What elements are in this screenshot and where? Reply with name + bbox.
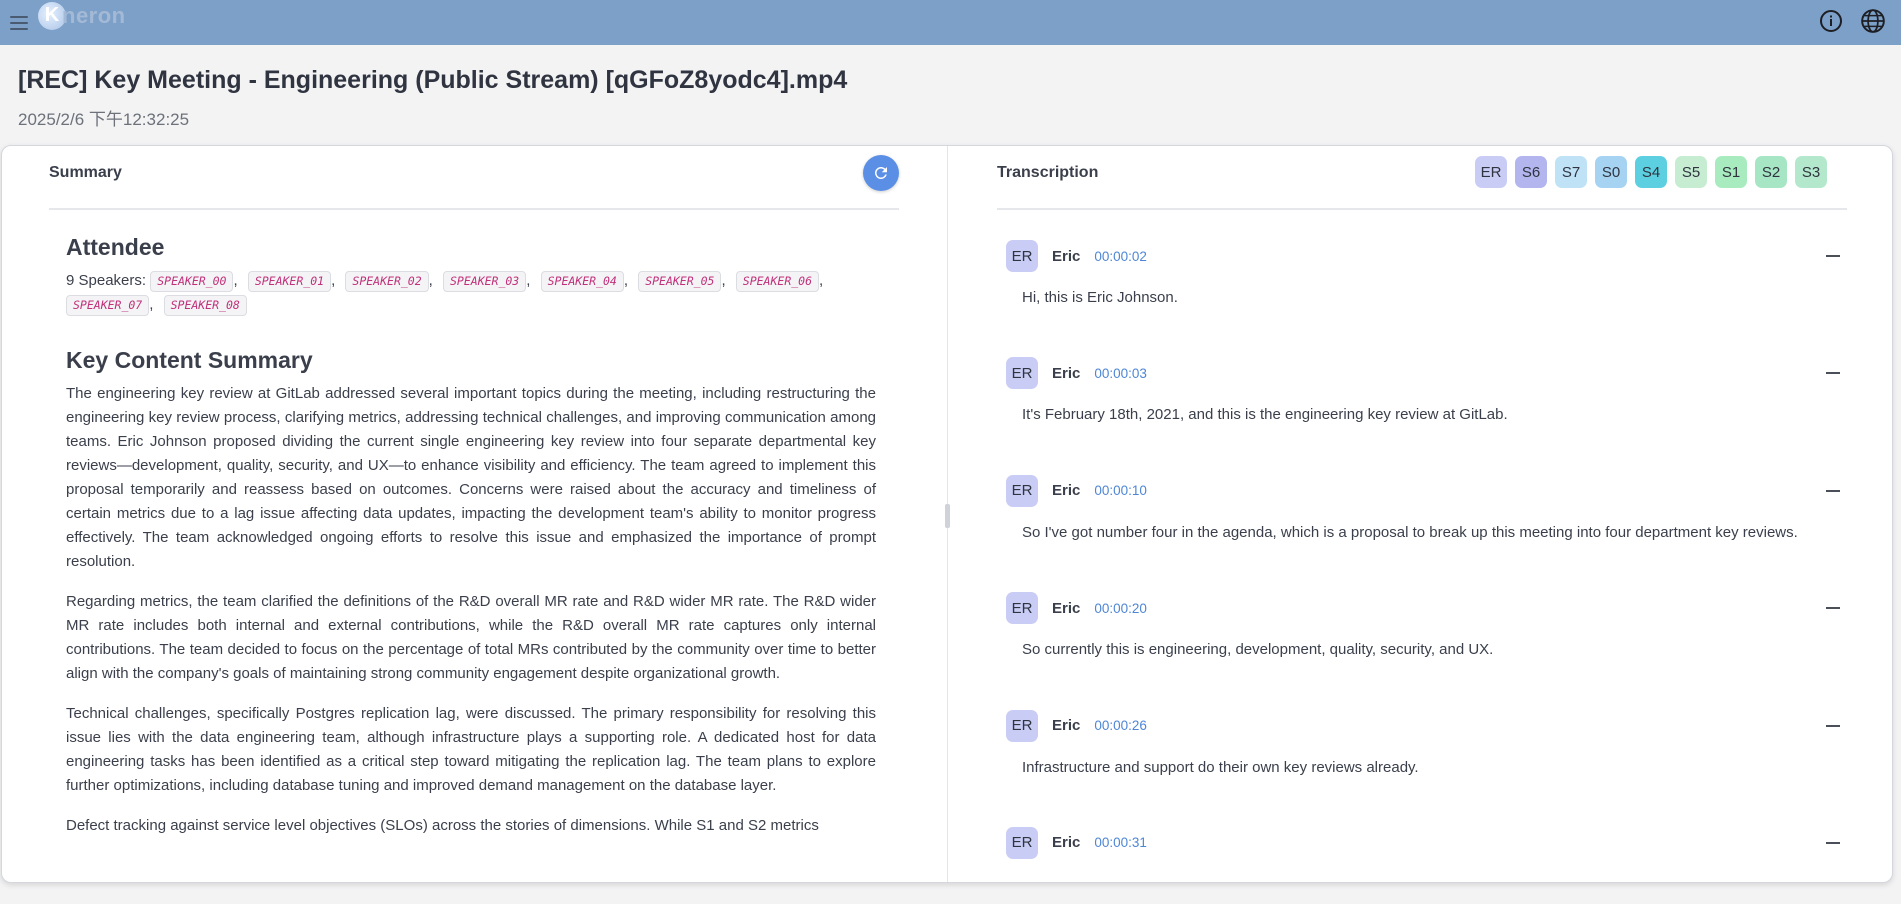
- page-title: [REC] Key Meeting - Engineering (Public …: [18, 66, 848, 94]
- speaker-chip-er[interactable]: ER: [1475, 156, 1507, 188]
- speaker-tag: SPEAKER_03: [443, 271, 527, 292]
- top-right-actions: [1817, 7, 1887, 35]
- transcription-panel-header: Transcription ER S6 S7 S0 S4 S5 S1 S2 S3: [997, 146, 1847, 210]
- speaker-tag: SPEAKER_02: [345, 271, 429, 292]
- timestamp-link[interactable]: 00:00:03: [1094, 366, 1147, 381]
- transcript-entry: ER Eric 00:00:26 Infrastructure and support…: [1006, 709, 1840, 827]
- speaker-chip-s0[interactable]: S0: [1595, 156, 1627, 188]
- timestamp-link[interactable]: 00:00:31: [1094, 835, 1147, 850]
- speaker-tag: SPEAKER_06: [735, 271, 820, 292]
- attendee-heading: Attendee: [66, 234, 165, 260]
- transcript-list: ER Eric 00:00:02 Hi, this is Eric Johnson. E…: [1006, 240, 1840, 882]
- speaker-name: Eric: [1052, 364, 1081, 382]
- speaker-chip-s3[interactable]: S3: [1795, 156, 1827, 188]
- collapse-icon[interactable]: [1826, 837, 1840, 849]
- transcript-entry-header: ER Eric 00:00:10: [1006, 474, 1840, 507]
- recording-date: 2025/2/6 下午12:32:25: [18, 110, 190, 129]
- transcript-text: So currently this is engineering, develo…: [1022, 641, 1494, 659]
- transcript-entry: ER Eric 00:00:02 Hi, this is Eric Johnson.: [1006, 240, 1840, 357]
- speaker-chip-s5[interactable]: S5: [1675, 156, 1707, 188]
- speakers-list: 9 Speakers: SPEAKER_00, SPEAKER_01, SPEA…: [66, 269, 876, 317]
- summary-panel-header: Summary: [49, 146, 899, 210]
- speaker-name: Eric: [1052, 599, 1081, 617]
- logo-text: neron: [62, 2, 126, 28]
- collapse-icon[interactable]: [1826, 485, 1840, 497]
- speaker-tag: SPEAKER_01: [247, 271, 332, 292]
- speaker-avatar: ER: [1006, 592, 1038, 625]
- speaker-chip-s4[interactable]: S4: [1635, 156, 1667, 188]
- speaker-filter-chips: ER S6 S7 S0 S4 S5 S1 S2 S3: [1475, 156, 1827, 188]
- speaker-name: Eric: [1052, 482, 1081, 500]
- transcript-entry: ER Eric 00:00:03 It's February 18th, 2021, …: [1006, 357, 1840, 474]
- summary-paragraph: Defect tracking against service level ob…: [66, 817, 819, 834]
- speaker-tag: SPEAKER_00: [150, 271, 234, 292]
- summary-paragraph: The engineering key review at GitLab add…: [66, 385, 876, 570]
- summary-title: Summary: [49, 164, 122, 181]
- transcript-entry-header: ER Eric 00:00:02: [1006, 240, 1840, 272]
- transcript-entry: ER Eric 00:00:31: [1006, 826, 1840, 882]
- collapse-icon[interactable]: [1826, 250, 1840, 262]
- speaker-avatar: ER: [1006, 709, 1038, 742]
- transcription-title: Transcription: [997, 164, 1099, 181]
- speaker-chip-s2[interactable]: S2: [1755, 156, 1787, 188]
- transcription-panel[interactable]: Transcription ER S6 S7 S0 S4 S5 S1 S2 S3 ER Eric 0…: [948, 146, 1892, 882]
- transcript-entry-header: ER Eric 00:00:03: [1006, 357, 1840, 390]
- summary-panel[interactable]: Summary Attendee 9 Speakers: SPEAKER_00,…: [2, 146, 947, 882]
- speaker-chip-s6[interactable]: S6: [1515, 156, 1547, 188]
- speaker-tag: SPEAKER_08: [163, 295, 247, 316]
- collapse-icon[interactable]: [1826, 602, 1840, 614]
- regenerate-summary-button[interactable]: [863, 155, 899, 191]
- speaker-tag: SPEAKER_04: [540, 271, 624, 292]
- transcript-entry-header: ER Eric 00:00:20: [1006, 592, 1840, 625]
- speaker-avatar: ER: [1006, 240, 1038, 272]
- speaker-chip-s1[interactable]: S1: [1715, 156, 1747, 188]
- collapse-icon[interactable]: [1826, 720, 1840, 732]
- timestamp-link[interactable]: 00:00:10: [1094, 483, 1147, 498]
- main-card: Summary Attendee 9 Speakers: SPEAKER_00,…: [1, 145, 1893, 883]
- speaker-avatar: ER: [1006, 826, 1038, 859]
- speaker-chip-s7[interactable]: S7: [1555, 156, 1587, 188]
- collapse-icon[interactable]: [1826, 367, 1840, 379]
- speaker-name: Eric: [1052, 247, 1081, 265]
- transcript-text: So I've got number four in the agenda, w…: [1022, 523, 1798, 541]
- refresh-icon: [874, 166, 887, 179]
- globe-language-icon[interactable]: [1859, 7, 1887, 35]
- speakers-count: 9 Speakers:: [66, 272, 147, 289]
- speaker-avatar: ER: [1006, 357, 1038, 390]
- speaker-name: Eric: [1052, 834, 1081, 852]
- top-app-bar: K neron: [0, 0, 1901, 45]
- speaker-tag: SPEAKER_05: [638, 271, 722, 292]
- timestamp-link[interactable]: 00:00:26: [1094, 718, 1147, 733]
- speaker-tag: SPEAKER_07: [66, 295, 150, 316]
- summary-content: Attendee 9 Speakers: SPEAKER_00, SPEAKER…: [66, 234, 876, 854]
- speaker-avatar: ER: [1006, 474, 1038, 507]
- transcript-text: It's February 18th, 2021, and this is th…: [1022, 406, 1508, 424]
- transcript-entry: ER Eric 00:00:20 So currently this is engin…: [1006, 592, 1840, 709]
- info-icon[interactable]: [1817, 7, 1845, 35]
- transcript-entry: ER Eric 00:00:10 So I've got number four in…: [1006, 474, 1840, 592]
- transcript-entry-header: ER Eric 00:00:26: [1006, 709, 1840, 742]
- timestamp-link[interactable]: 00:00:02: [1094, 249, 1147, 264]
- app-logo[interactable]: K neron: [38, 0, 126, 38]
- key-content-heading: Key Content Summary: [66, 347, 313, 373]
- transcript-text: Infrastructure and support do their own …: [1022, 758, 1419, 776]
- transcript-entry-header: ER Eric 00:00:31: [1006, 826, 1840, 859]
- summary-paragraph: Technical challenges, specifically Postg…: [66, 705, 876, 794]
- transcript-text: Hi, this is Eric Johnson.: [1022, 289, 1178, 306]
- speaker-name: Eric: [1052, 717, 1081, 735]
- timestamp-link[interactable]: 00:00:20: [1094, 601, 1147, 616]
- summary-paragraph: Regarding metrics, the team clarified th…: [66, 593, 876, 682]
- hamburger-menu-icon[interactable]: [10, 15, 28, 30]
